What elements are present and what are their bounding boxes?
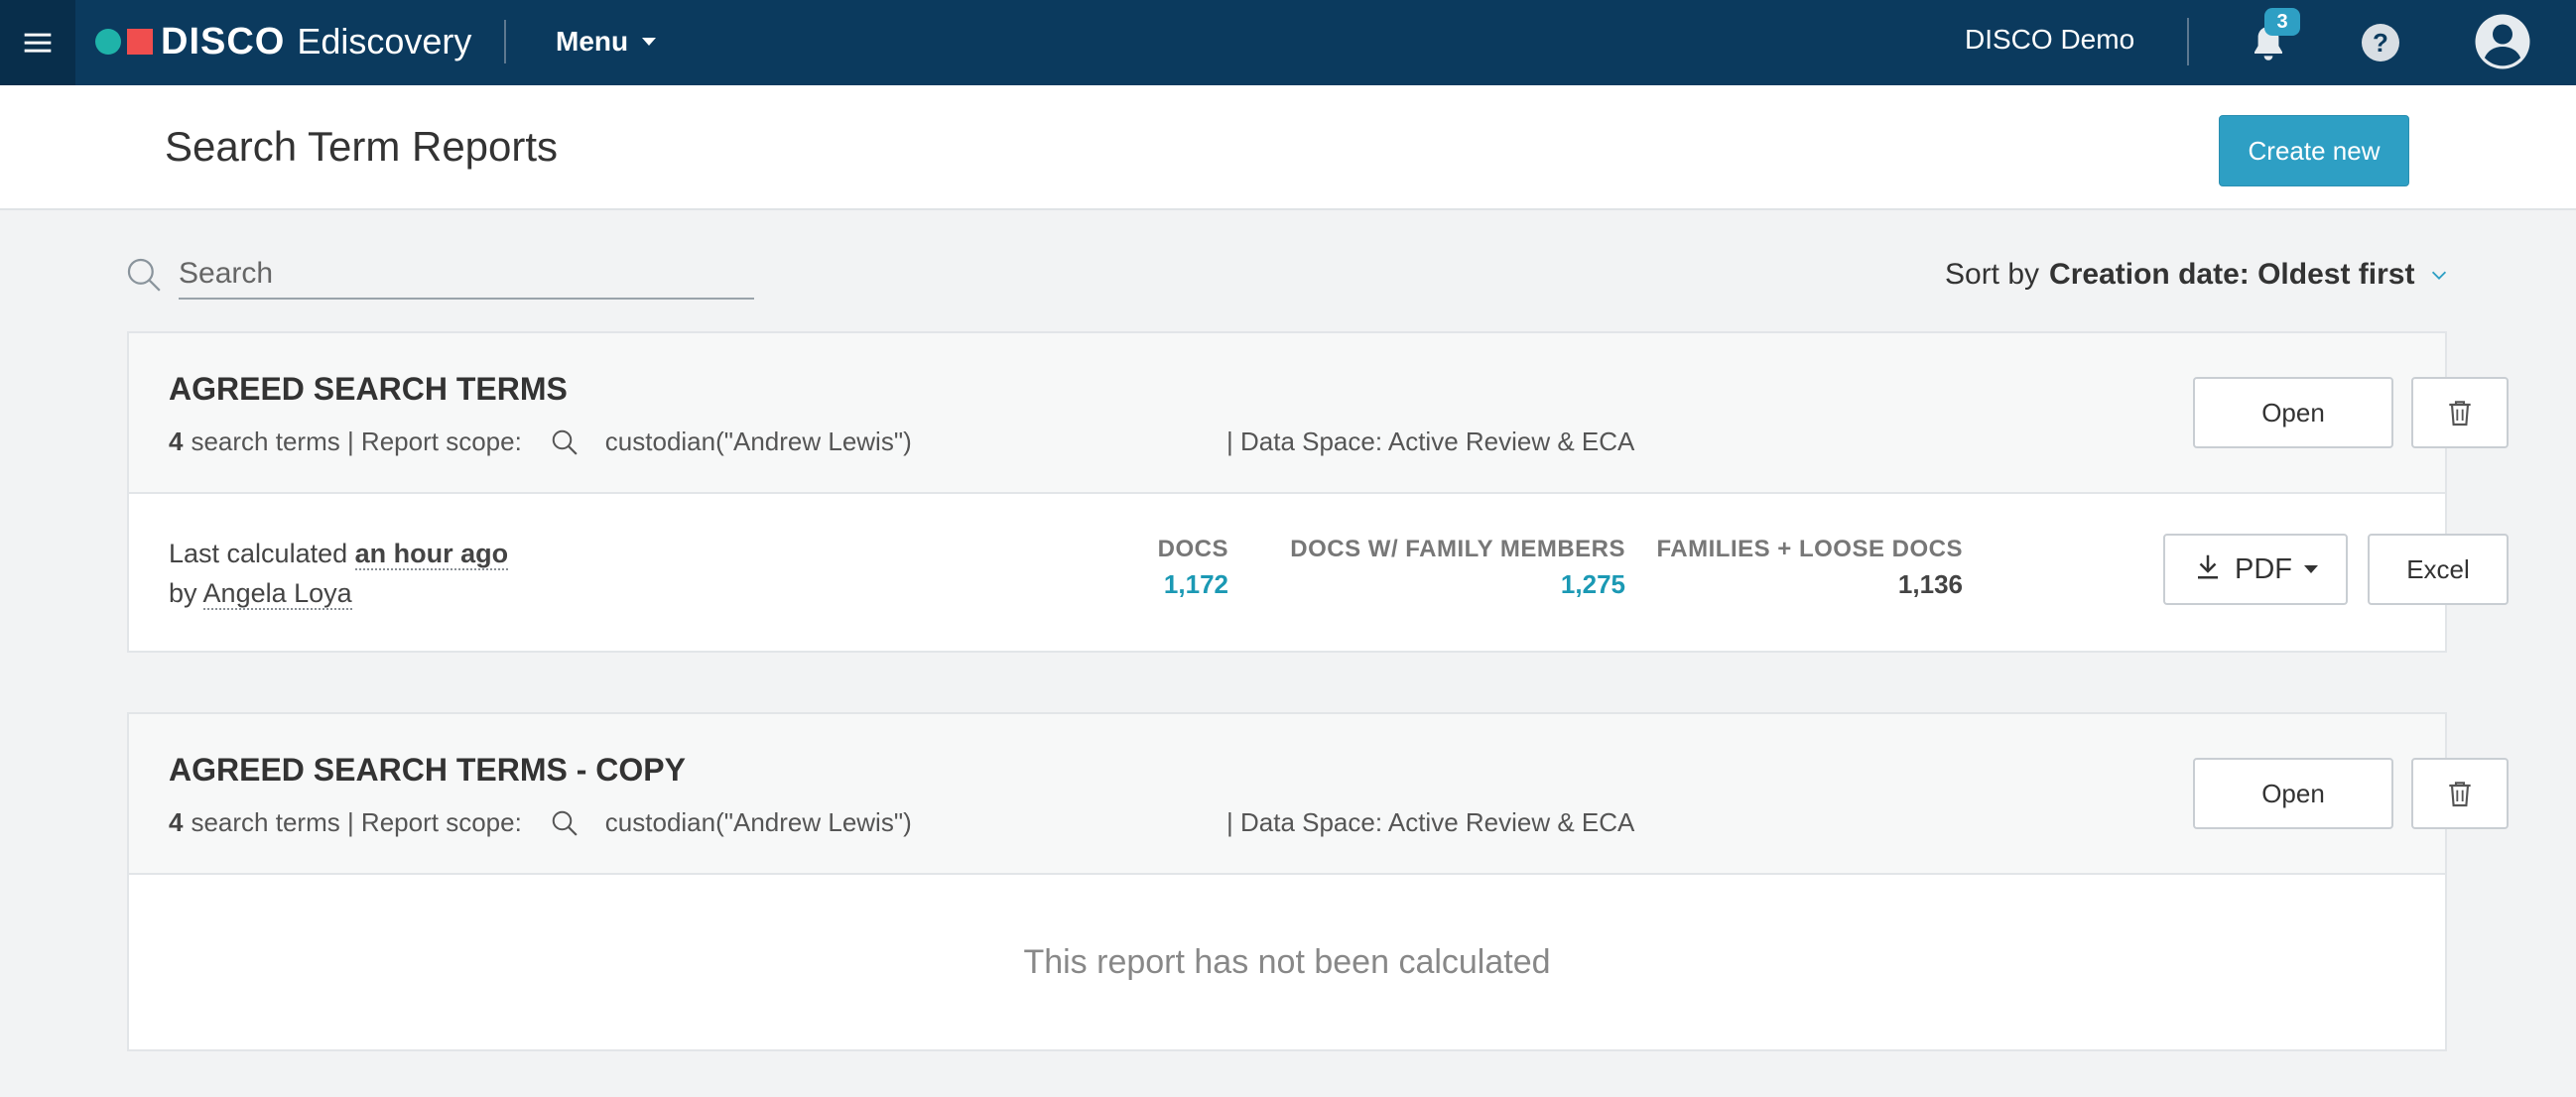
search-icon — [552, 429, 578, 455]
stat-label: DOCS — [1157, 536, 1228, 562]
not-calculated-message: This report has not been calculated — [1023, 942, 1551, 981]
delete-report-button[interactable] — [2411, 377, 2509, 448]
report-meta: 4 search terms | Report scope: custodian… — [169, 807, 1634, 838]
stat-value[interactable]: 1,275 — [1290, 569, 1625, 600]
logo-square-icon — [127, 29, 153, 55]
stat-value[interactable]: 1,172 — [1158, 569, 1228, 600]
caret-down-icon — [2304, 565, 2318, 573]
trash-icon — [2449, 782, 2471, 807]
trash-icon — [2449, 401, 2471, 427]
stat-label: FAMILIES + LOOSE DOCS — [1656, 536, 1963, 562]
calc-by-user[interactable]: Angela Loya — [202, 578, 352, 610]
stat-docs: DOCS 1,172 — [1158, 536, 1228, 600]
data-space-label: | Data Space: Active Review & ECA — [1226, 427, 1635, 456]
calc-time[interactable]: an hour ago — [354, 539, 509, 570]
stat-value: 1,136 — [1897, 569, 1963, 599]
open-report-button[interactable]: Open — [2193, 758, 2393, 829]
sort-prefix: Sort by — [1945, 258, 2040, 291]
page-title: Search Term Reports — [165, 123, 559, 170]
hamburger-menu-button[interactable] — [0, 0, 75, 85]
report-card-header: AGREED SEARCH TERMS - COPY 4 search term… — [129, 714, 2509, 875]
app-logo[interactable]: DISCO Ediscovery — [95, 20, 471, 63]
sort-dropdown[interactable]: Sort by Creation date: Oldest first — [1945, 258, 2450, 292]
calc-by-prefix: by — [169, 578, 197, 608]
report-card-header: AGREED SEARCH TERMS 4 search terms | Rep… — [129, 333, 2509, 494]
report-meta: 4 search terms | Report scope: custodian… — [169, 427, 1634, 457]
help-icon[interactable]: ? — [2362, 24, 2399, 61]
excel-export-button[interactable]: Excel — [2368, 534, 2509, 605]
search-term-count: 4 — [169, 807, 184, 837]
workspace-name[interactable]: DISCO Demo — [1965, 24, 2134, 56]
notification-count-badge: 3 — [2264, 8, 2300, 36]
data-space-label: | Data Space: Active Review & ECA — [1226, 807, 1635, 837]
report-title[interactable]: AGREED SEARCH TERMS — [169, 371, 568, 408]
pdf-export-button[interactable]: PDF — [2163, 534, 2348, 605]
caret-down-icon — [642, 38, 657, 46]
report-scope-value: custodian("Andrew Lewis") — [604, 427, 912, 456]
logo-brand-text: DISCO — [161, 20, 286, 62]
report-card: AGREED SEARCH TERMS 4 search terms | Rep… — [127, 331, 2509, 653]
search-icon — [552, 810, 578, 836]
last-calculated-info: Last calculated an hour ago by Angela Lo… — [169, 534, 509, 613]
menu-label: Menu — [556, 26, 629, 57]
search-terms-label: search terms | Report scope: — [191, 427, 522, 456]
report-scope-value: custodian("Andrew Lewis") — [604, 807, 912, 837]
nav-divider — [2187, 18, 2189, 65]
stat-docs-family: DOCS W/ FAMILY MEMBERS 1,275 — [1290, 536, 1625, 600]
create-new-button[interactable]: Create new — [2219, 115, 2409, 186]
download-icon — [2193, 551, 2235, 588]
pdf-label: PDF — [2235, 552, 2292, 585]
menu-dropdown-button[interactable]: Menu — [556, 22, 657, 61]
logo-dot-icon — [95, 29, 121, 55]
stat-label: DOCS W/ FAMILY MEMBERS — [1290, 536, 1625, 562]
page-header: Search Term Reports Create new — [0, 85, 2576, 210]
report-card: AGREED SEARCH TERMS - COPY 4 search term… — [127, 712, 2509, 1051]
user-avatar-icon[interactable] — [2473, 12, 2532, 71]
calc-prefix: Last calculated — [169, 539, 348, 568]
search-terms-label: search terms | Report scope: — [191, 807, 522, 837]
sort-value: Creation date: Oldest first — [2049, 258, 2415, 291]
delete-report-button[interactable] — [2411, 758, 2509, 829]
report-title[interactable]: AGREED SEARCH TERMS - COPY — [169, 752, 686, 789]
logo-product-text: Ediscovery — [297, 21, 472, 61]
nav-divider — [504, 20, 506, 63]
hamburger-icon — [24, 33, 52, 53]
top-nav-bar: DISCO Ediscovery Menu DISCO Demo 3 ? — [0, 0, 2576, 85]
stat-families-loose: FAMILIES + LOOSE DOCS 1,136 — [1656, 536, 1963, 600]
search-term-count: 4 — [169, 427, 184, 456]
report-search — [125, 250, 754, 300]
search-input[interactable] — [179, 250, 754, 300]
open-report-button[interactable]: Open — [2193, 377, 2393, 448]
search-icon — [127, 258, 161, 292]
chevron-down-icon — [2432, 271, 2447, 280]
